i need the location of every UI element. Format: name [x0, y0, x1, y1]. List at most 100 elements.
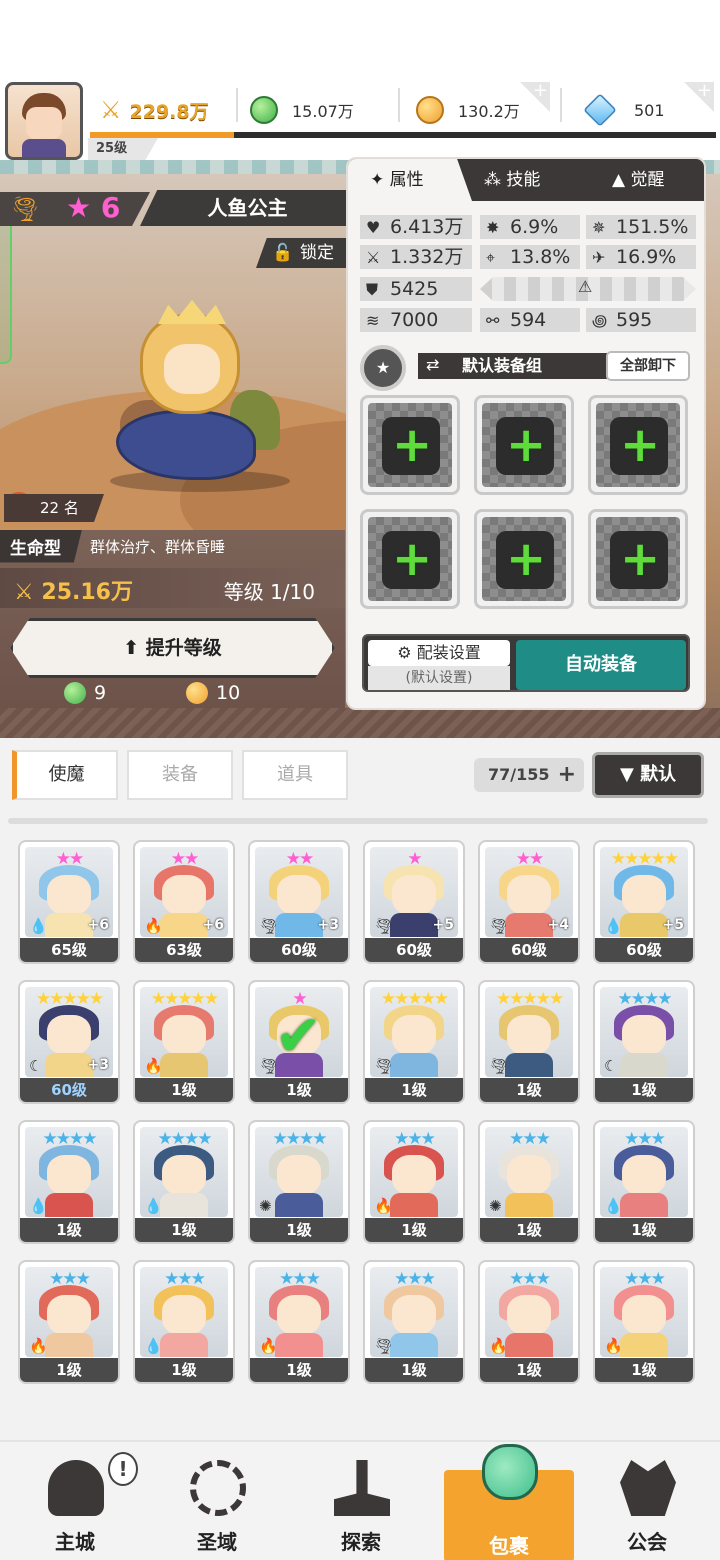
familiar-card[interactable]: ★★★ 💧 1级	[133, 1260, 235, 1384]
equip-slot-helmet[interactable]: +	[474, 395, 574, 495]
add-gold-button[interactable]: +	[520, 82, 550, 112]
green-gem-icon	[64, 682, 86, 704]
familiar-level: 60级	[250, 938, 348, 962]
familiar-card[interactable]: ★★ 💧 +6 65级	[18, 840, 120, 964]
familiar-card[interactable]: ★★★★ ☾ 1级	[593, 980, 695, 1104]
familiar-card[interactable]: ★★★ 💧 1级	[593, 1120, 695, 1244]
stat-dodge: ✈ 16.9%	[586, 245, 696, 269]
inventory-count[interactable]: 77/155 +	[474, 758, 584, 792]
xp-bar-fill	[90, 132, 234, 138]
familiar-portrait: ★★★ 💧	[140, 1267, 228, 1357]
nav-explore[interactable]: 探索	[296, 1442, 426, 1560]
tab-familiars[interactable]: 使魔	[12, 750, 118, 800]
nav-guild[interactable]: 公会	[582, 1442, 712, 1560]
familiar-card[interactable]: ★★ 🌪 +4 60级	[478, 840, 580, 964]
hero-name: 人鱼公主	[140, 190, 355, 226]
equip-slot-weapon[interactable]: +	[360, 395, 460, 495]
equip-slot-boots[interactable]: +	[588, 509, 688, 609]
hot-rank: 22 名	[4, 494, 104, 522]
familiar-card[interactable]: ★★ 🌪 +3 60级	[248, 840, 350, 964]
arrow-up-icon: ⬆	[123, 637, 140, 659]
loadout-settings-button[interactable]: ⚙ 配装设置	[368, 640, 510, 666]
auto-equip-button[interactable]: 自动装备	[516, 640, 686, 690]
plus-icon: +	[557, 762, 576, 787]
familiar-card[interactable]: ★★★ 🔥 1级	[18, 1260, 120, 1384]
add-diamond-button[interactable]: +	[684, 82, 714, 112]
loadout-settings-sub: (默认设置)	[368, 666, 510, 690]
nav-bag[interactable]: 包裹	[444, 1444, 574, 1560]
set-star-badge[interactable]: ★	[360, 345, 406, 391]
tab-equipment[interactable]: 装备	[127, 750, 233, 800]
familiar-card[interactable]: ★★★ 🔥 1级	[478, 1260, 580, 1384]
equip-slot-necklace[interactable]: +	[474, 509, 574, 609]
star-rating: ★★★	[49, 1269, 91, 1289]
target-icon: ⌖	[486, 248, 496, 267]
familiar-card[interactable]: ★★★★ ✺ 1级	[248, 1120, 350, 1244]
familiar-portrait: ★★★ ✺	[485, 1127, 573, 1217]
familiar-card[interactable]: ★★★★ 💧 1级	[18, 1120, 120, 1244]
familiar-card[interactable]: ★★★★★ 💧 +5 60级	[593, 840, 695, 964]
star-rating: ★★★★	[617, 989, 673, 1009]
stat-attack: ⚔ 1.332万	[360, 245, 472, 269]
familiar-portrait: ★★ 🌪 +3	[255, 847, 343, 937]
enhance-level: +4	[547, 917, 569, 933]
familiar-level: 1级	[365, 1218, 463, 1242]
speed-icon: ≋	[366, 311, 380, 330]
upgrade-level-button[interactable]: ⬆ 提升等级	[10, 618, 335, 678]
nav-sanctuary[interactable]: 圣域	[152, 1442, 282, 1560]
familiar-portrait: ★★★ 🔥	[25, 1267, 113, 1357]
resist-icon: ⚯	[486, 311, 500, 330]
equipment-set-name[interactable]: 默认装备组	[418, 353, 638, 379]
familiar-card[interactable]: ★★★★ 💧 1级	[133, 1120, 235, 1244]
familiar-card[interactable]: ★★★★★ 🌪 1级	[478, 980, 580, 1104]
tab-attributes[interactable]: ✦ 属性	[348, 159, 472, 201]
equip-slot-armor[interactable]: +	[588, 395, 688, 495]
familiar-card[interactable]: ★★★ 🔥 1级	[593, 1260, 695, 1384]
diamond-display: 501	[583, 88, 665, 132]
sort-dropdown[interactable]: ▼ 默认	[592, 752, 704, 798]
hero-star-count: ★ 6	[66, 191, 121, 224]
enhance-level: +5	[432, 917, 454, 933]
swap-icon: ⇄	[426, 355, 440, 374]
fire-element-icon: 🔥	[489, 1337, 508, 1355]
familiar-portrait: ★★ 🌪 +4	[485, 847, 573, 937]
star-rating: ★★★★	[272, 1129, 328, 1149]
equip-slot-gloves[interactable]: +	[360, 509, 460, 609]
star-rating: ★★★★★	[35, 989, 104, 1009]
selected-check-icon: ✔	[275, 1004, 322, 1069]
familiar-card[interactable]: ★★★★★ 🔥 1级	[133, 980, 235, 1104]
familiar-card[interactable]: ★★★ 🔥 1级	[363, 1120, 465, 1244]
familiar-level: 1级	[250, 1078, 348, 1102]
familiar-level: 60级	[20, 1078, 118, 1102]
tab-skills[interactable]: ⁂ 技能	[484, 159, 584, 201]
familiar-card[interactable]: ✔ ★ 🌪 1级	[248, 980, 350, 1104]
familiar-card[interactable]: ★★★ 🌪 1级	[363, 1260, 465, 1384]
castle-icon	[48, 1460, 104, 1516]
tab-awaken[interactable]: ▲ 觉醒	[612, 159, 704, 201]
nav-main-city[interactable]: ! 主城	[10, 1442, 140, 1560]
side-drawer-handle[interactable]	[0, 208, 12, 364]
familiar-card[interactable]: ★★ 🔥 +6 63级	[133, 840, 235, 964]
unequip-all-button[interactable]: 全部卸下	[606, 351, 690, 381]
hero-character-art[interactable]	[100, 300, 300, 500]
familiar-card[interactable]: ★★★★★ 🌪 1级	[363, 980, 465, 1104]
familiar-level: 60级	[480, 938, 578, 962]
stat-speed: ≋ 7000	[360, 308, 472, 332]
attributes-icon: ✦	[370, 170, 385, 190]
star-rating: ★★★	[164, 1269, 206, 1289]
familiar-card[interactable]: ★ 🌪 +5 60级	[363, 840, 465, 964]
star-rating: ★★★	[394, 1129, 436, 1149]
star-rating: ★★★★★	[495, 989, 564, 1009]
familiar-card[interactable]: ★★★ ✺ 1级	[478, 1120, 580, 1244]
familiar-card[interactable]: ★★★ 🔥 1级	[248, 1260, 350, 1384]
stat-crit: ✸ 6.9%	[480, 215, 580, 239]
gold-display: 130.2万	[416, 88, 520, 132]
player-avatar[interactable]	[5, 82, 83, 160]
tab-items[interactable]: 道具	[242, 750, 348, 800]
familiar-portrait: ★★★ 🔥	[255, 1267, 343, 1357]
familiar-portrait: ★★ 💧 +6	[25, 847, 113, 937]
lock-button[interactable]: 🔓 锁定	[256, 238, 346, 268]
plus-icon: +	[506, 531, 547, 587]
vortex-icon	[190, 1460, 246, 1516]
familiar-card[interactable]: ★★★★★ ☾ +3 60级	[18, 980, 120, 1104]
